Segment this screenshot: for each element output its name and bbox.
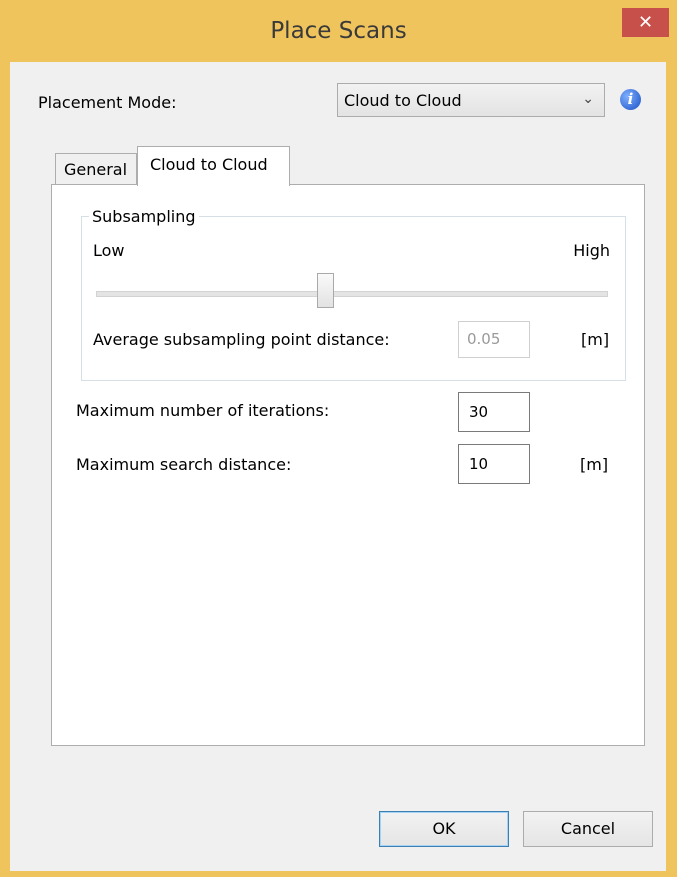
info-icon[interactable]: i [620,89,641,110]
subsampling-slider-track[interactable] [96,291,608,297]
dialog-body: Placement Mode: Cloud to Cloud ⌄ i Gener… [10,62,666,871]
placement-mode-dropdown[interactable]: Cloud to Cloud ⌄ [337,83,605,117]
close-icon: ✕ [637,12,654,33]
ok-button[interactable]: OK [379,811,509,847]
slider-low-label: Low [93,241,125,260]
close-button[interactable]: ✕ [622,8,669,37]
dialog-title: Place Scans [270,18,407,44]
avg-distance-label: Average subsampling point distance: [93,330,390,349]
max-search-distance-unit: [m] [580,455,609,474]
tab-general-label: General [64,160,128,179]
place-scans-dialog: Place Scans ✕ Placement Mode: Cloud to C… [0,0,677,877]
slider-high-label: High [573,241,610,260]
max-iterations-label: Maximum number of iterations: [76,401,330,420]
tab-general[interactable]: General [55,153,137,185]
max-search-distance-field[interactable]: 10 [458,444,530,484]
placement-mode-value: Cloud to Cloud [344,91,462,110]
subsampling-group: Subsampling Low High Average subsampling… [81,207,626,381]
avg-distance-unit: [m] [581,330,610,349]
tab-panel: Subsampling Low High Average subsampling… [51,184,645,746]
tab-cloud-to-cloud-label: Cloud to Cloud [150,155,268,174]
subsampling-slider-thumb[interactable] [317,273,334,308]
avg-distance-field[interactable]: 0.05 [458,321,530,358]
placement-mode-label: Placement Mode: [38,93,177,112]
subsampling-legend: Subsampling [89,207,199,226]
cancel-button[interactable]: Cancel [523,811,653,847]
chevron-down-icon: ⌄ [582,91,594,107]
title-bar[interactable]: Place Scans ✕ [0,0,677,62]
tab-cloud-to-cloud[interactable]: Cloud to Cloud [137,146,290,186]
max-search-distance-label: Maximum search distance: [76,455,292,474]
max-iterations-field[interactable]: 30 [458,392,530,432]
